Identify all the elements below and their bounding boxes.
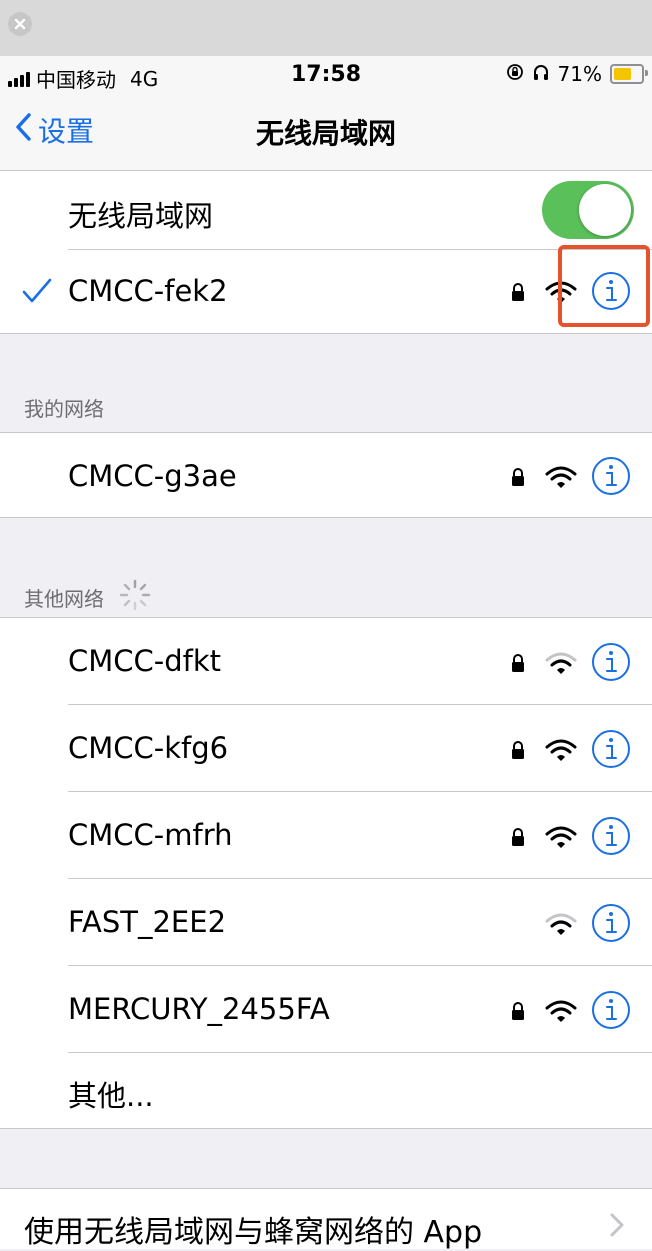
battery-percent: 71% xyxy=(557,62,602,86)
wifi-toggle-row: 无线局域网 xyxy=(0,171,652,249)
wifi-signal-icon xyxy=(545,651,577,679)
chevron-right-icon xyxy=(610,1213,624,1241)
network-ssid: FAST_2EE2 xyxy=(68,905,227,939)
app-network-card: 使用无线局域网与蜂窝网络的 App xyxy=(0,1188,652,1251)
section-header-my-networks: 我的网络 xyxy=(24,397,104,421)
info-icon[interactable] xyxy=(591,729,631,773)
close-icon[interactable] xyxy=(8,12,32,36)
network-ssid: CMCC-g3ae xyxy=(68,459,237,493)
connected-ssid: CMCC-fek2 xyxy=(68,274,228,308)
network-ssid: CMCC-kfg6 xyxy=(68,731,229,765)
other-network-label: 其他... xyxy=(68,1079,154,1113)
network-row[interactable]: CMCC-kfg6 xyxy=(0,705,652,791)
wifi-toggle[interactable] xyxy=(542,181,634,239)
lock-icon xyxy=(510,653,526,677)
window-top-bar xyxy=(0,0,652,56)
info-icon[interactable] xyxy=(591,990,631,1034)
lock-icon xyxy=(510,282,526,306)
lock-icon xyxy=(510,467,526,491)
checkmark-icon xyxy=(22,278,52,308)
lock-icon xyxy=(510,1001,526,1025)
headphones-icon xyxy=(532,62,550,86)
app-network-label[interactable]: 使用无线局域网与蜂窝网络的 App xyxy=(24,1207,482,1251)
other-networks-header: 其他网络 xyxy=(24,587,104,611)
wifi-card: 无线局域网 CMCC-fek2 xyxy=(0,170,652,334)
network-ssid: CMCC-dfkt xyxy=(68,644,222,678)
wifi-toggle-label: 无线局域网 xyxy=(68,199,214,233)
connected-network-row[interactable]: CMCC-fek2 xyxy=(0,250,652,333)
info-icon[interactable] xyxy=(591,456,631,500)
my-networks-card: CMCC-g3ae xyxy=(0,432,652,518)
section-header-other-networks: 其他网络 xyxy=(24,578,152,617)
network-ssid: MERCURY_2455FA xyxy=(68,992,330,1026)
network-row[interactable]: FAST_2EE2 xyxy=(0,879,652,965)
info-icon[interactable] xyxy=(591,816,631,860)
other-network-row[interactable]: 其他... xyxy=(0,1053,652,1128)
wifi-signal-icon xyxy=(545,912,577,940)
info-button-highlight xyxy=(558,245,650,327)
wifi-signal-icon xyxy=(545,738,577,766)
lock-icon xyxy=(510,827,526,851)
info-icon[interactable] xyxy=(591,903,631,947)
status-right: 71% xyxy=(506,62,648,86)
page-title: 无线局域网 xyxy=(255,117,396,150)
loading-spinner-icon xyxy=(118,578,152,617)
battery-icon xyxy=(610,64,648,84)
wifi-signal-icon xyxy=(545,465,577,493)
info-icon[interactable] xyxy=(591,642,631,686)
network-row[interactable]: CMCC-mfrh xyxy=(0,792,652,878)
orientation-lock-icon xyxy=(506,62,524,86)
toggle-knob xyxy=(579,184,631,236)
network-row[interactable]: CMCC-g3ae xyxy=(0,433,652,517)
lock-icon xyxy=(510,740,526,764)
network-row[interactable]: MERCURY_2455FA xyxy=(0,966,652,1052)
other-networks-card: CMCC-dfkt CMCC-kfg6 CMCC-mfrh FAST_2EE2 … xyxy=(0,617,652,1129)
network-ssid: CMCC-mfrh xyxy=(68,818,233,852)
wifi-signal-icon xyxy=(545,999,577,1027)
wifi-signal-icon xyxy=(545,825,577,853)
network-row[interactable]: CMCC-dfkt xyxy=(0,618,652,704)
